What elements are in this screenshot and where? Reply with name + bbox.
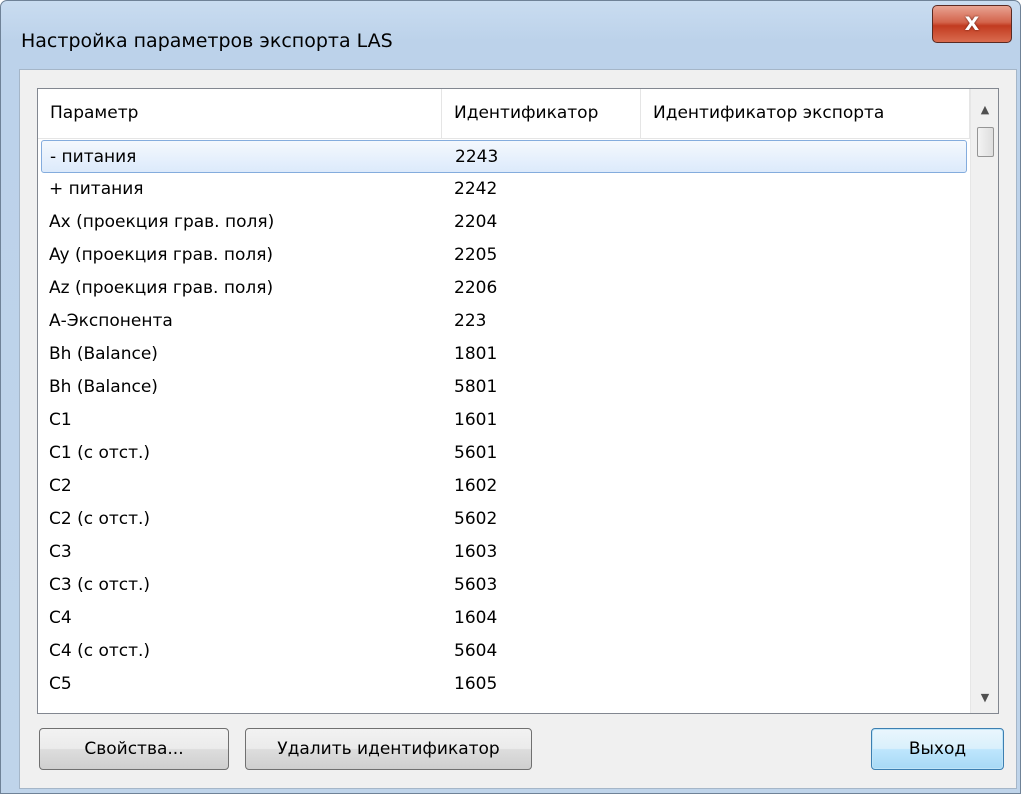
table-row[interactable]: C3 1603 <box>41 536 967 569</box>
table-row[interactable]: Ay (проекция грав. поля) 2205 <box>41 239 967 272</box>
cell-export-identifier[interactable] <box>653 173 963 206</box>
cell-export-identifier[interactable] <box>653 635 963 668</box>
cell-identifier: 2204 <box>454 212 498 232</box>
cell-parameter: C5 <box>49 674 72 694</box>
cell-parameter: Ay (проекция грав. поля) <box>49 245 274 265</box>
cell-export-identifier[interactable] <box>653 569 963 602</box>
cell-export-identifier[interactable] <box>653 305 963 338</box>
cell-export-identifier[interactable] <box>653 272 963 305</box>
cell-identifier: 5602 <box>454 509 498 529</box>
scroll-thumb[interactable] <box>977 127 994 157</box>
table-row[interactable]: C2 1602 <box>41 470 967 503</box>
cell-identifier: 2206 <box>454 278 498 298</box>
properties-button[interactable]: Свойства... <box>39 728 229 770</box>
cell-identifier: 1605 <box>454 674 498 694</box>
cell-export-identifier[interactable] <box>653 371 963 404</box>
scroll-down-icon[interactable]: ▼ <box>971 681 998 713</box>
window-title: Настройка параметров экспорта LAS <box>21 30 393 52</box>
cell-export-identifier[interactable] <box>653 437 963 470</box>
cell-export-identifier[interactable] <box>653 239 963 272</box>
cell-parameter: А-Экспонента <box>49 311 173 331</box>
table-row[interactable]: Bh (Balance) 5801 <box>41 371 967 404</box>
cell-identifier: 5801 <box>454 377 498 397</box>
table-row[interactable]: Az (проекция грав. поля) 2206 <box>41 272 967 305</box>
table-row[interactable]: + питания 2242 <box>41 173 967 206</box>
cell-parameter: C1 <box>49 410 72 430</box>
table-row[interactable]: Ax (проекция грав. поля) 2204 <box>41 206 967 239</box>
table-row[interactable]: Bh (Balance) 1801 <box>41 338 967 371</box>
scroll-up-icon[interactable]: ▲ <box>971 93 998 125</box>
close-button[interactable]: X <box>932 5 1012 43</box>
table-row[interactable]: C4 (с отст.) 5604 <box>41 635 967 668</box>
cell-parameter: C3 (с отст.) <box>49 575 151 595</box>
cell-identifier: 1603 <box>454 542 498 562</box>
cell-identifier: 1602 <box>454 476 498 496</box>
cell-export-identifier[interactable] <box>653 536 963 569</box>
cell-parameter: Ax (проекция грав. поля) <box>49 212 275 232</box>
cell-parameter: C1 (с отст.) <box>49 443 151 463</box>
cell-identifier: 1801 <box>454 344 498 364</box>
cell-parameter: C3 <box>49 542 72 562</box>
table-row[interactable]: C5 1605 <box>41 668 967 701</box>
cell-parameter: C2 <box>49 476 72 496</box>
table-row[interactable]: - питания 2243 <box>41 140 967 173</box>
table-row[interactable]: C4 1604 <box>41 602 967 635</box>
cell-export-identifier[interactable] <box>654 141 964 174</box>
table-row[interactable]: C1 1601 <box>41 404 967 437</box>
cell-identifier: 5601 <box>454 443 498 463</box>
cell-parameter: Az (проекция грав. поля) <box>49 278 274 298</box>
delete-identifier-button[interactable]: Удалить идентификатор <box>245 728 532 770</box>
vertical-scrollbar[interactable]: ▲ ▼ <box>970 89 998 713</box>
cell-identifier: 5604 <box>454 641 498 661</box>
cell-export-identifier[interactable] <box>653 470 963 503</box>
cell-export-identifier[interactable] <box>653 404 963 437</box>
cell-identifier: 2243 <box>455 147 499 167</box>
cell-identifier: 223 <box>454 311 487 331</box>
cell-identifier: 2205 <box>454 245 498 265</box>
cell-parameter: Bh (Balance) <box>49 377 158 397</box>
parameters-list[interactable]: Параметр Идентификатор Идентификатор экс… <box>37 88 999 714</box>
table-row[interactable]: C2 (с отст.) 5602 <box>41 503 967 536</box>
column-header-parameter[interactable]: Параметр <box>38 89 442 138</box>
table-row[interactable]: А-Экспонента 223 <box>41 305 967 338</box>
cell-parameter: - питания <box>50 147 137 167</box>
list-header: Параметр Идентификатор Идентификатор экс… <box>38 89 970 139</box>
cell-export-identifier[interactable] <box>653 503 963 536</box>
table-row[interactable]: C3 (с отст.) 5603 <box>41 569 967 602</box>
export-settings-dialog: Настройка параметров экспорта LAS X Пара… <box>0 0 1021 794</box>
table-row[interactable]: C1 (с отст.) 5601 <box>41 437 967 470</box>
cell-parameter: C4 <box>49 608 72 628</box>
cell-export-identifier[interactable] <box>653 338 963 371</box>
cell-identifier: 1604 <box>454 608 498 628</box>
exit-button[interactable]: Выход <box>871 728 1004 770</box>
cell-identifier: 5603 <box>454 575 498 595</box>
cell-identifier: 1601 <box>454 410 498 430</box>
cell-parameter: C2 (с отст.) <box>49 509 151 529</box>
column-header-export-identifier[interactable]: Идентификатор экспорта <box>641 89 970 138</box>
cell-export-identifier[interactable] <box>653 206 963 239</box>
cell-parameter: Bh (Balance) <box>49 344 158 364</box>
column-header-identifier[interactable]: Идентификатор <box>442 89 641 138</box>
dialog-client-area: Параметр Идентификатор Идентификатор экс… <box>19 69 1017 789</box>
cell-parameter: + питания <box>49 179 144 199</box>
cell-export-identifier[interactable] <box>653 602 963 635</box>
cell-export-identifier[interactable] <box>653 668 963 701</box>
close-icon: X <box>964 13 980 35</box>
cell-parameter: C4 (с отст.) <box>49 641 151 661</box>
cell-identifier: 2242 <box>454 179 498 199</box>
